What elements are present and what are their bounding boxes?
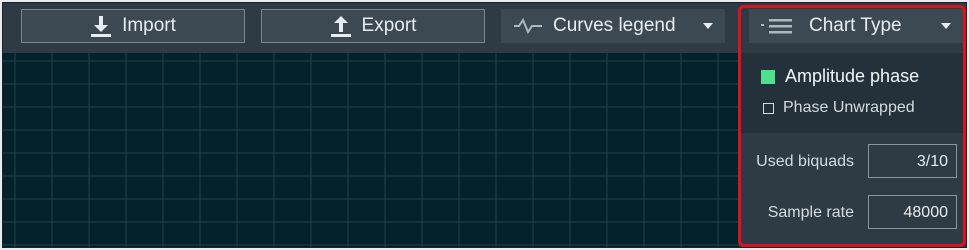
download-icon — [90, 15, 112, 37]
waveform-icon — [513, 17, 543, 41]
import-label: Import — [122, 15, 176, 36]
option-amplitude-phase-label: Amplitude phase — [785, 66, 920, 86]
chart-settings-panel: Chart Type Amplitude phase Phase Unwrapp… — [739, 3, 966, 247]
option-amplitude-phase[interactable]: Amplitude phase — [761, 66, 919, 87]
filter-designer-window: Import Export Curves legend Chart Type A… — [2, 2, 967, 248]
chart-type-options: Amplitude phase Phase Unwrapped — [739, 53, 966, 133]
upload-icon — [330, 15, 352, 37]
sample-rate-field[interactable]: 48000 — [868, 195, 957, 229]
curves-legend-dropdown[interactable]: Curves legend — [501, 9, 725, 43]
export-label: Export — [361, 15, 417, 36]
option-phase-unwrapped[interactable]: Phase Unwrapped — [763, 99, 915, 117]
sample-rate-label: Sample rate — [767, 204, 854, 221]
option-phase-unwrapped-label: Phase Unwrapped — [783, 99, 915, 116]
sample-rate-row: Sample rate 48000 — [739, 195, 966, 231]
chart-type-dropdown[interactable]: Chart Type — [749, 9, 963, 43]
checkbox-icon[interactable] — [763, 102, 774, 114]
import-button[interactable]: Import — [21, 9, 245, 43]
used-biquads-row: Used biquads 3/10 — [739, 144, 966, 180]
used-biquads-label: Used biquads — [756, 153, 854, 170]
used-biquads-field[interactable]: 3/10 — [868, 144, 957, 178]
export-button[interactable]: Export — [261, 9, 485, 43]
selected-swatch — [761, 69, 775, 84]
chevron-down-icon — [941, 23, 951, 29]
chevron-down-icon — [703, 23, 713, 29]
curves-legend-label: Curves legend — [553, 15, 676, 36]
chart-type-label: Chart Type — [809, 15, 902, 36]
list-icon — [761, 17, 793, 41]
